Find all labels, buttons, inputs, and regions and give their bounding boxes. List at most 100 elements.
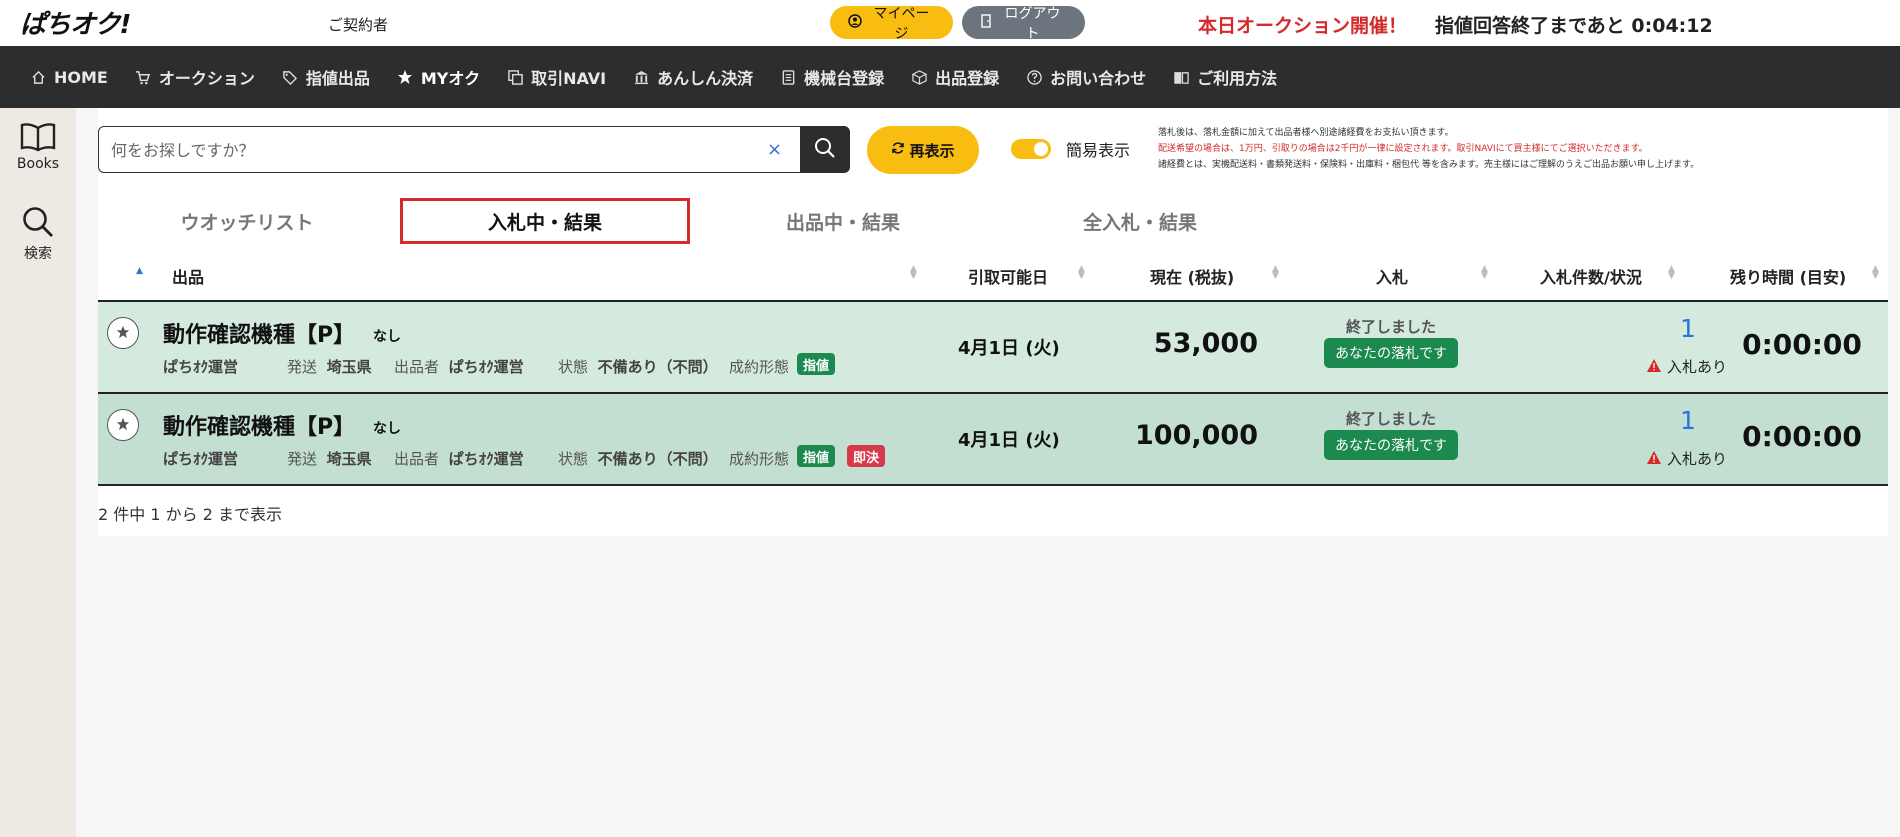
open-book-icon	[20, 123, 56, 156]
column-header-current-price[interactable]: 現在 (税抜)	[1150, 264, 1234, 288]
refresh-button[interactable]: 再表示	[867, 126, 979, 174]
star-icon	[116, 324, 130, 343]
search-button[interactable]	[800, 126, 850, 173]
watch-star-button[interactable]	[107, 317, 139, 349]
won-badge-button[interactable]: あなたの落札です	[1324, 338, 1458, 368]
remaining-time: 0:00:00	[1742, 328, 1862, 361]
book-icon	[1173, 69, 1189, 85]
bid-state: 入札あり	[1647, 448, 1727, 469]
top-bar: ぱちオク! ご契約者 マイページ ログアウト 本日オークション開催！ 指値回答終…	[0, 0, 1900, 46]
column-header-pickup-date[interactable]: 引取可能日	[968, 264, 1048, 288]
sort-icon[interactable]: ▲ ▼	[1668, 265, 1675, 281]
pickup-date: 4月1日 (火)	[958, 430, 1060, 451]
site-logo[interactable]: ぱちオク!	[20, 4, 131, 41]
tab-bidding-results[interactable]: 入札中・結果	[400, 198, 690, 244]
column-header-remaining[interactable]: 残り時間 (目安)	[1730, 264, 1846, 288]
refresh-icon	[891, 141, 905, 159]
nav-label: HOME	[54, 67, 108, 87]
logout-button[interactable]: ログアウト	[962, 5, 1085, 41]
question-icon	[1026, 69, 1042, 85]
item-condition: 状態 不備あり（不問）	[558, 450, 718, 468]
star-icon	[116, 416, 130, 435]
nav-item-myoku[interactable]: MYオク	[397, 65, 480, 89]
logout-label: ログアウト	[1004, 4, 1061, 41]
pickup-date: 4月1日 (火)	[958, 338, 1060, 359]
tag-icon	[282, 69, 298, 85]
item-title[interactable]: 動作確認機種【P】	[163, 409, 355, 441]
current-price: 53,000	[1153, 328, 1258, 359]
item-deal-type: 成約形態	[729, 450, 790, 468]
mypage-button[interactable]: マイページ	[830, 5, 953, 41]
remaining-time: 0:00:00	[1742, 420, 1862, 453]
sort-icon[interactable]: ▲ ▼	[1872, 265, 1879, 281]
item-seller: 出品者 ぱちｵｸ運営	[394, 358, 524, 376]
table-row[interactable]: 動作確認機種【P】 なし ぱちｵｸ運営 発送 埼玉県 出品者 ぱちｵｸ運営 状態…	[98, 394, 1888, 486]
simple-view-toggle[interactable]	[1011, 139, 1051, 159]
copy-icon	[507, 69, 523, 85]
rail-item-search[interactable]: 検索	[0, 205, 76, 263]
nav-item-how-to-use[interactable]: ご利用方法	[1173, 65, 1277, 89]
sort-icon[interactable]: ▲ ▼	[1078, 265, 1085, 281]
column-header-bid-count[interactable]: 入札件数/状況	[1540, 264, 1642, 288]
badge-buy-now: 即決	[847, 445, 886, 467]
fine-print-line-3: 諸経費とは、実機配送料・書類発送料・保険料・出庫料・梱包代 等を含みます。売主様…	[1158, 160, 1700, 170]
nav-label: 機械台登録	[804, 69, 885, 88]
home-icon	[30, 69, 46, 85]
bid-state: 入札あり	[1647, 356, 1727, 377]
nav-item-listing-register[interactable]: 出品登録	[911, 65, 999, 89]
box-icon	[911, 69, 927, 85]
item-ship-from: 発送 埼玉県	[287, 358, 372, 376]
tab-all-bids-results[interactable]: 全入札・結果	[1015, 198, 1265, 244]
countdown-text: 指値回答終了まであと 0:04:12	[1435, 15, 1713, 37]
fine-print-line-2: 配送希望の場合は、1万円、引取りの場合は2千円が一律に設定されます。取引NAVI…	[1158, 144, 1648, 154]
bid-count-link[interactable]: 1	[1680, 406, 1696, 435]
clear-icon[interactable]: ×	[767, 139, 782, 160]
bank-icon	[633, 69, 649, 85]
fine-print-line-1: 落札後は、落札金額に加えて出品者様へ別途諸経費をお支払い頂きます。	[1158, 128, 1454, 138]
item-seller: 出品者 ぱちｵｸ運営	[394, 450, 524, 468]
user-circle-icon	[848, 14, 862, 31]
column-header-item[interactable]: 出品	[172, 264, 204, 288]
sort-icon[interactable]: ▲ ▼	[1481, 265, 1488, 281]
table-row[interactable]: 動作確認機種【P】 なし ぱちｵｸ運営 発送 埼玉県 出品者 ぱちｵｸ運営 状態…	[98, 302, 1888, 394]
badge-limit-price: 指値	[797, 445, 836, 467]
mypage-label: マイページ	[873, 4, 930, 41]
nav-item-safe-payment[interactable]: あんしん決済	[633, 65, 753, 89]
tab-watchlist[interactable]: ウオッチリスト	[122, 198, 372, 244]
nav-label: あんしん決済	[657, 69, 754, 88]
nav-item-trade-navi[interactable]: 取引NAVI	[507, 65, 606, 89]
item-operator: ぱちｵｸ運営	[163, 358, 239, 376]
star-icon	[397, 69, 413, 85]
table-header: ▲ 出品 ▲ ▼ 引取可能日 ▲ ▼ 現在 (税抜) ▲ ▼ 入札 ▲ ▼ 入札件数/状…	[98, 244, 1888, 302]
won-badge-button[interactable]: あなたの落札です	[1324, 430, 1458, 460]
nav-item-machine-register[interactable]: 機械台登録	[780, 65, 884, 89]
magnifier-icon	[21, 207, 55, 243]
sort-asc-icon[interactable]: ▲	[136, 267, 143, 276]
item-subtitle: なし	[373, 421, 401, 437]
rail-item-books[interactable]: Books	[0, 122, 76, 172]
bid-count-link[interactable]: 1	[1680, 314, 1696, 343]
nav-item-contact[interactable]: お問い合わせ	[1026, 65, 1146, 89]
nav-label: 取引NAVI	[531, 69, 607, 88]
contractor-label: ご契約者	[328, 16, 389, 34]
nav-item-auction[interactable]: オークション	[135, 65, 255, 89]
warning-icon	[1647, 358, 1661, 376]
item-operator: ぱちｵｸ運営	[163, 450, 239, 468]
nav-item-limit-listing[interactable]: 指値出品	[282, 65, 370, 89]
table-info: 2 件中 1 から 2 まで表示	[98, 505, 282, 524]
door-icon	[980, 14, 992, 31]
tab-listing-results[interactable]: 出品中・結果	[718, 198, 968, 244]
sort-icon[interactable]: ▲ ▼	[910, 265, 917, 281]
simple-view-label: 簡易表示	[1066, 141, 1131, 160]
rail-label-search: 検索	[24, 246, 52, 262]
column-header-bid[interactable]: 入札	[1376, 264, 1408, 288]
nav-label: お問い合わせ	[1050, 69, 1147, 88]
sort-icon[interactable]: ▲ ▼	[1272, 265, 1279, 281]
nav-label: MYオク	[420, 69, 481, 88]
watch-star-button[interactable]	[107, 409, 139, 441]
search-input[interactable]	[111, 137, 751, 163]
cart-icon	[135, 69, 151, 85]
nav-item-home[interactable]: HOME	[30, 68, 108, 87]
nav-label: 指値出品	[305, 69, 370, 88]
item-title[interactable]: 動作確認機種【P】	[163, 317, 355, 349]
